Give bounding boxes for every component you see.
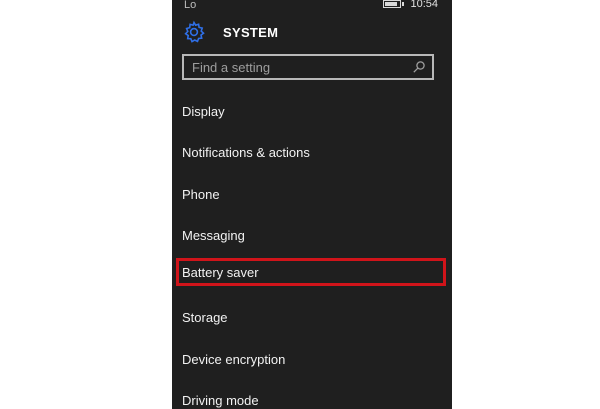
- menu-item-notifications-actions[interactable]: Notifications & actions: [172, 133, 452, 174]
- menu-item-driving-mode[interactable]: Driving mode: [172, 381, 452, 409]
- phone-screen: Lo 10:54 SYSTEM Display Notifications & …: [172, 0, 452, 409]
- gear-icon: [184, 20, 205, 43]
- menu-item-label: Messaging: [182, 227, 245, 243]
- search-input[interactable]: [184, 56, 404, 78]
- menu-item-messaging[interactable]: Messaging: [172, 216, 452, 257]
- status-bar: Lo 10:54: [172, 0, 452, 14]
- menu-item-label: Display: [182, 104, 225, 119]
- page-title: SYSTEM: [223, 25, 279, 40]
- menu-item-phone[interactable]: Phone: [172, 175, 452, 216]
- search-icon[interactable]: [412, 60, 426, 74]
- menu-item-device-encryption[interactable]: Device encryption: [172, 340, 452, 381]
- settings-menu-list: Display Notifications & actions Phone Me…: [172, 92, 452, 409]
- menu-item-storage[interactable]: Storage: [172, 298, 452, 339]
- menu-item-label: Device encryption: [182, 351, 286, 367]
- menu-item-battery-saver[interactable]: Battery saver: [172, 257, 452, 298]
- status-time: 10:54: [410, 0, 438, 10]
- menu-item-label: Phone: [182, 186, 220, 202]
- search-box[interactable]: [182, 54, 434, 80]
- status-left-glyph: Lo: [184, 0, 197, 11]
- menu-item-label: Notifications & actions: [182, 145, 310, 161]
- menu-item-label: Storage: [182, 310, 228, 326]
- menu-item-label: Driving mode: [182, 393, 259, 409]
- page-header: SYSTEM: [172, 18, 452, 50]
- menu-item-label: Battery saver: [182, 265, 259, 281]
- menu-item-display[interactable]: Display: [172, 92, 452, 133]
- battery-icon: [383, 0, 404, 8]
